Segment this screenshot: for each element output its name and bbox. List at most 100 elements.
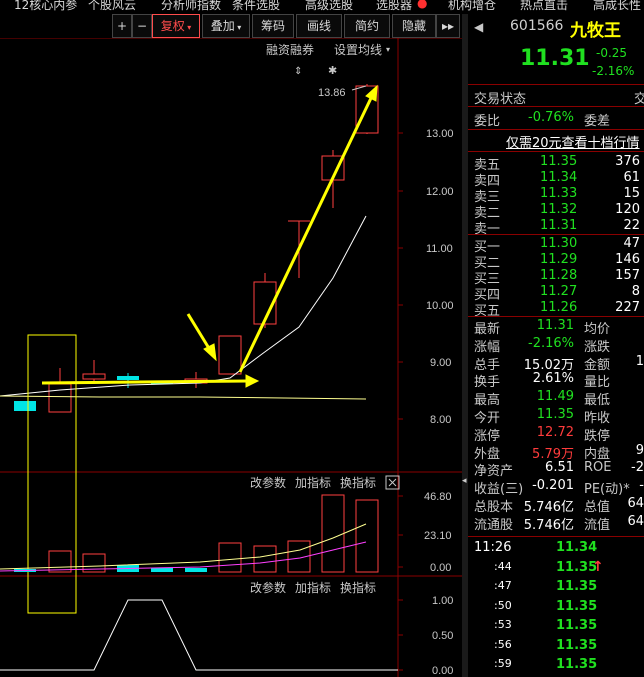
- volume-bars: [14, 494, 379, 573]
- stat-label: PE(动)*: [584, 482, 630, 498]
- buy-row[interactable]: 买四 11.27 8: [468, 284, 644, 303]
- zoom-in-button[interactable]: +: [112, 14, 132, 38]
- y-tick: 12.00: [426, 186, 454, 198]
- star-icon: ✱: [328, 65, 337, 77]
- menu-item[interactable]: 热点直击: [520, 0, 568, 12]
- stat-value: 12.72: [536, 424, 574, 440]
- ind-swap-link[interactable]: 换指标: [340, 580, 376, 595]
- order-price: 11.34: [540, 170, 578, 185]
- weibi-label: 委比: [474, 114, 501, 129]
- kline-chart-area[interactable]: 13.00 12.00 11.00 10.00 9.00 8.00 46.80 …: [0, 38, 462, 677]
- sell-row[interactable]: 卖三 11.33 15: [468, 186, 644, 205]
- zoom-out-button[interactable]: −: [132, 14, 152, 38]
- stat-value: 64: [627, 496, 644, 511]
- top-menu-bar: 12核心内参 个股风云 分析师指数 条件选股 高级选股 选股器 ● 机构增仓 热…: [0, 0, 644, 12]
- promo-link[interactable]: 仅需20元查看十档行情: [506, 132, 640, 151]
- stat-label: 收益(三): [474, 482, 524, 498]
- vol-swap-link[interactable]: 换指标: [340, 475, 376, 490]
- vol-bar: [355, 499, 379, 573]
- stat-label: 流值: [584, 517, 611, 533]
- tick-row: :59 11.35: [468, 657, 644, 674]
- sell-row[interactable]: 卖四 11.34 61: [468, 170, 644, 189]
- order-price: 11.35: [540, 154, 578, 169]
- stock-change: -0.25: [596, 46, 628, 60]
- buy-row[interactable]: 买三 11.28 157: [468, 268, 644, 287]
- tick-row: :44 11.35 ↑: [468, 558, 644, 577]
- vol-tick: 46.80: [424, 491, 452, 503]
- tick-price: 11.35: [556, 657, 598, 672]
- huaxian-button[interactable]: 画线: [296, 14, 342, 38]
- tick-arrow: ↑: [592, 558, 604, 575]
- menu-item[interactable]: 个股风云: [88, 0, 136, 12]
- buy-row[interactable]: 买二 11.29 146: [468, 252, 644, 271]
- jianyue-button[interactable]: 简约: [344, 14, 390, 38]
- order-price: 11.32: [540, 202, 578, 217]
- menu-item[interactable]: 高级选股: [305, 0, 353, 12]
- rongzi-link[interactable]: 融资融券: [266, 42, 314, 57]
- order-vol: 376: [615, 154, 640, 169]
- order-vol: 146: [615, 252, 640, 267]
- sell-row[interactable]: 卖五 11.35 376: [468, 154, 644, 173]
- vol-param-link[interactable]: 改参数: [250, 475, 286, 490]
- menu-item[interactable]: 机构增仓: [448, 0, 496, 12]
- vol-bar: [253, 545, 277, 573]
- order-price: 11.28: [540, 268, 578, 283]
- sell-row[interactable]: 卖二 11.32 120: [468, 202, 644, 221]
- stat-label: 流通股: [474, 517, 514, 533]
- ind-tick: 0.50: [432, 630, 453, 642]
- chouma-button[interactable]: 筹码: [252, 14, 294, 38]
- order-price: 11.33: [540, 186, 578, 201]
- stat-row: 流通股 5.746亿 流值 64: [468, 514, 644, 533]
- stat-label: 金额: [584, 357, 611, 373]
- candle-down: [117, 376, 139, 380]
- tick-time: :56: [494, 637, 512, 651]
- back-icon[interactable]: ◀: [474, 20, 483, 34]
- vol-tick: 23.10: [424, 530, 452, 542]
- stat-value: 1: [635, 353, 644, 369]
- stat-row: 收益(三) -0.201 PE(动)* -: [468, 478, 644, 498]
- candle-up: [48, 383, 72, 413]
- last-price-label: 13.86: [318, 87, 346, 99]
- menu-item[interactable]: 高成长性: [593, 0, 641, 12]
- buy-row[interactable]: 买五 11.26 227: [468, 300, 644, 319]
- candle-up: [218, 335, 242, 375]
- ma-line-white: [0, 215, 367, 397]
- y-tick: 11.00: [426, 243, 453, 255]
- tick-time: :44: [494, 559, 512, 573]
- candle-down: [14, 401, 36, 411]
- vol-bar: [151, 568, 173, 572]
- stock-code: 601566: [510, 18, 564, 34]
- shezhi-link[interactable]: 设置均线: [334, 43, 382, 57]
- stat-label: 最低: [584, 393, 611, 409]
- menu-item[interactable]: 选股器: [376, 0, 412, 12]
- expand-icon[interactable]: ▸▸: [436, 14, 460, 38]
- buy-row[interactable]: 买一 11.30 47: [468, 236, 644, 255]
- stat-value: 5.79万: [532, 446, 574, 462]
- status-label: 交易状态: [474, 92, 527, 107]
- ind-add-link[interactable]: 加指标: [295, 580, 331, 595]
- stat-row: 今开 11.35 昨收: [468, 407, 644, 426]
- diejia-button[interactable]: 叠加 ▾: [202, 14, 250, 38]
- vol-add-link[interactable]: 加指标: [295, 475, 331, 490]
- menu-item[interactable]: 条件选股: [232, 0, 280, 12]
- stat-label: 今开: [474, 411, 501, 426]
- yincang-button[interactable]: 隐藏: [392, 14, 436, 38]
- tick-row: :53 11.35: [468, 618, 644, 635]
- tick-time: :47: [494, 579, 512, 592]
- ind-param-link[interactable]: 改参数: [250, 580, 286, 595]
- stat-value: 5.746亿: [523, 500, 574, 515]
- menu-item[interactable]: 12核心内参: [14, 0, 77, 12]
- fuquan-button[interactable]: 复权 ▾: [152, 14, 200, 38]
- stock-price: 11.31: [520, 46, 590, 71]
- candle-up: [82, 373, 106, 380]
- stat-value: 11.49: [536, 389, 574, 405]
- stock-change-pct: -2.16%: [592, 64, 635, 78]
- menu-item[interactable]: 分析师指数: [161, 0, 221, 12]
- sort-icon: ⇕: [294, 66, 302, 77]
- sell-row[interactable]: 卖一 11.31 22: [468, 218, 644, 237]
- tick-time: 11:26: [474, 540, 512, 555]
- stat-row: 净资产 6.51 ROE -2: [468, 460, 644, 479]
- ind-tick: 1.00: [432, 595, 453, 607]
- candlesticks: [14, 84, 379, 413]
- stat-value: 15.02万: [523, 357, 574, 373]
